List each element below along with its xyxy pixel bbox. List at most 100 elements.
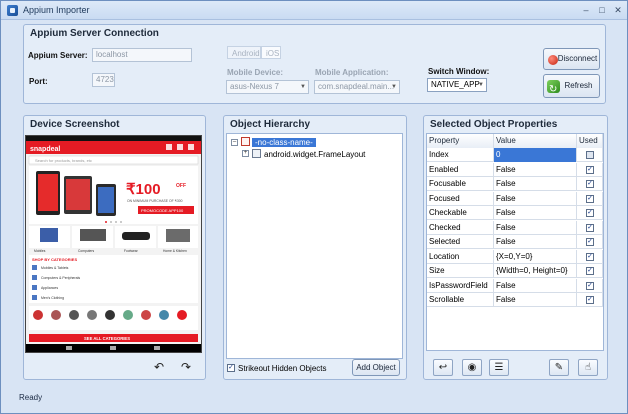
- rotate-right-icon[interactable]: ↷: [179, 360, 193, 374]
- property-name-cell: Index: [427, 148, 494, 162]
- mobile-application-select[interactable]: com.snapdeal.main... ▼: [314, 80, 400, 94]
- close-icon[interactable]: ✕: [611, 3, 625, 17]
- property-value-cell[interactable]: False: [494, 206, 577, 220]
- back-button[interactable]: ↩: [433, 359, 453, 376]
- tab-android[interactable]: Android: [227, 46, 261, 59]
- add-object-button[interactable]: Add Object: [352, 359, 400, 376]
- table-row[interactable]: Scrollable False ✓: [427, 293, 603, 307]
- property-name-cell: Selected: [427, 235, 494, 249]
- table-row[interactable]: Size {Width=0, Height=0} ✓: [427, 264, 603, 278]
- tap-button[interactable]: ☝: [578, 359, 598, 376]
- edit-button[interactable]: ✎: [549, 359, 569, 376]
- refresh-button[interactable]: Refresh: [543, 74, 600, 101]
- table-row[interactable]: Enabled False ✓: [427, 162, 603, 177]
- table-row[interactable]: Checkable False ✓: [427, 206, 603, 220]
- mobile-device-value: asus-Nexus 7: [230, 82, 279, 91]
- shop-item-computers: Computers & Peripherals: [41, 276, 80, 280]
- object-tree[interactable]: – -no-class-name- + android.widget.Frame…: [226, 133, 403, 359]
- expand-icon[interactable]: +: [242, 150, 249, 157]
- property-name-cell: IsPasswordField: [427, 278, 494, 293]
- list-icon: ☰: [494, 362, 504, 373]
- table-row[interactable]: Focusable False ✓: [427, 177, 603, 191]
- property-value-cell[interactable]: False: [494, 191, 577, 206]
- property-used-cell: ✓: [577, 293, 603, 307]
- shop-item-mobiles: Mobiles & Tablets: [41, 266, 69, 270]
- properties-grid[interactable]: Property Value Used Index 0 Enabled False ✓ F…: [426, 133, 604, 351]
- property-name-cell: Size: [427, 264, 494, 278]
- mobile-device-select[interactable]: asus-Nexus 7 ▼: [226, 80, 309, 94]
- strikeout-checkbox[interactable]: ✓: [227, 364, 235, 372]
- used-checkbox[interactable]: ✓: [586, 267, 594, 275]
- column-header-value[interactable]: Value: [494, 134, 577, 148]
- tile-label-mobiles: Mobiles: [34, 249, 46, 253]
- property-value-cell[interactable]: False: [494, 220, 577, 235]
- chevron-down-icon: ▼: [391, 84, 397, 90]
- port-input[interactable]: 4723: [92, 73, 115, 87]
- rotate-left-icon[interactable]: ↶: [152, 360, 166, 374]
- property-value-cell[interactable]: False: [494, 162, 577, 177]
- property-value-cell[interactable]: {Width=0, Height=0}: [494, 264, 577, 278]
- used-checkbox[interactable]: ✓: [586, 252, 594, 261]
- used-checkbox[interactable]: ✓: [586, 223, 594, 232]
- used-checkbox[interactable]: ✓: [586, 281, 594, 290]
- server-label: Appium Server:: [28, 51, 88, 60]
- property-value-cell[interactable]: 0: [494, 148, 577, 162]
- used-checkbox[interactable]: ✓: [586, 209, 594, 217]
- tab-ios[interactable]: iOS: [261, 46, 281, 59]
- used-checkbox[interactable]: ✓: [586, 238, 594, 246]
- mobile-application-label: Mobile Application:: [315, 68, 389, 77]
- tile-label-computers: Computers: [78, 249, 94, 253]
- mobile-application-value: com.snapdeal.main...: [318, 82, 395, 91]
- used-checkbox[interactable]: ✓: [586, 165, 594, 174]
- used-checkbox[interactable]: ✓: [586, 180, 594, 188]
- list-button[interactable]: ☰: [489, 359, 509, 376]
- snapdeal-app-screen: snapdeal Search for products, brands, et…: [26, 136, 201, 352]
- switch-window-select[interactable]: NATIVE_APP ▼: [427, 78, 487, 92]
- app-logo-icon: [7, 5, 18, 16]
- disconnect-label: Disconnect: [557, 54, 598, 63]
- table-row[interactable]: IsPasswordField False ✓: [427, 278, 603, 293]
- tree-node-framelayout[interactable]: android.widget.FrameLayout: [264, 149, 365, 160]
- table-row[interactable]: Selected False ✓: [427, 235, 603, 249]
- table-row[interactable]: Index 0: [427, 148, 603, 162]
- property-used-cell: ✓: [577, 249, 603, 264]
- screenshot-section-title: Device Screenshot: [30, 119, 120, 130]
- app-search-placeholder: Search for products, brands, etc: [35, 158, 92, 163]
- root-node-icon: [241, 137, 250, 146]
- table-row[interactable]: Location {X=0,Y=0} ✓: [427, 249, 603, 264]
- used-checkbox[interactable]: ✓: [586, 194, 594, 203]
- table-row[interactable]: Focused False ✓: [427, 191, 603, 206]
- switch-window-value: NATIVE_APP: [431, 80, 480, 89]
- column-header-used[interactable]: Used: [577, 134, 603, 148]
- property-value-cell[interactable]: {X=0,Y=0}: [494, 249, 577, 264]
- device-screenshot-image[interactable]: snapdeal Search for products, brands, et…: [25, 135, 202, 353]
- minimize-icon[interactable]: –: [579, 3, 593, 17]
- used-checkbox[interactable]: ✓: [586, 296, 594, 304]
- server-input[interactable]: localhost: [92, 48, 192, 62]
- record-button[interactable]: ◉: [462, 359, 482, 376]
- maximize-icon[interactable]: □: [595, 3, 609, 17]
- shop-by-categories-title: SHOP BY CATEGORIES: [32, 257, 77, 262]
- tree-node-root[interactable]: -no-class-name-: [252, 137, 316, 148]
- property-value-cell[interactable]: False: [494, 177, 577, 191]
- app-brand-logo: snapdeal: [30, 146, 60, 153]
- property-used-cell: ✓: [577, 177, 603, 191]
- property-value-cell[interactable]: False: [494, 293, 577, 307]
- property-used-cell: ✓: [577, 220, 603, 235]
- table-row[interactable]: Checked False ✓: [427, 220, 603, 235]
- chevron-down-icon: ▼: [300, 84, 306, 90]
- used-checkbox[interactable]: [586, 151, 594, 159]
- tile-label-home-kitchen: Home & Kitchen: [163, 249, 187, 253]
- shop-item-appliances: Appliances: [41, 286, 58, 290]
- disconnect-icon: [548, 55, 558, 65]
- title-bar: Appium Importer – □ ✕: [1, 1, 627, 20]
- tile-label-footwear: Footwear: [124, 249, 139, 253]
- disconnect-button[interactable]: Disconnect: [543, 48, 600, 70]
- property-used-cell: ✓: [577, 162, 603, 177]
- property-used-cell: ✓: [577, 264, 603, 278]
- property-value-cell[interactable]: False: [494, 235, 577, 249]
- status-text: Ready: [19, 393, 43, 402]
- property-value-cell[interactable]: False: [494, 278, 577, 293]
- column-header-property[interactable]: Property: [427, 134, 494, 148]
- collapse-icon[interactable]: –: [231, 139, 238, 146]
